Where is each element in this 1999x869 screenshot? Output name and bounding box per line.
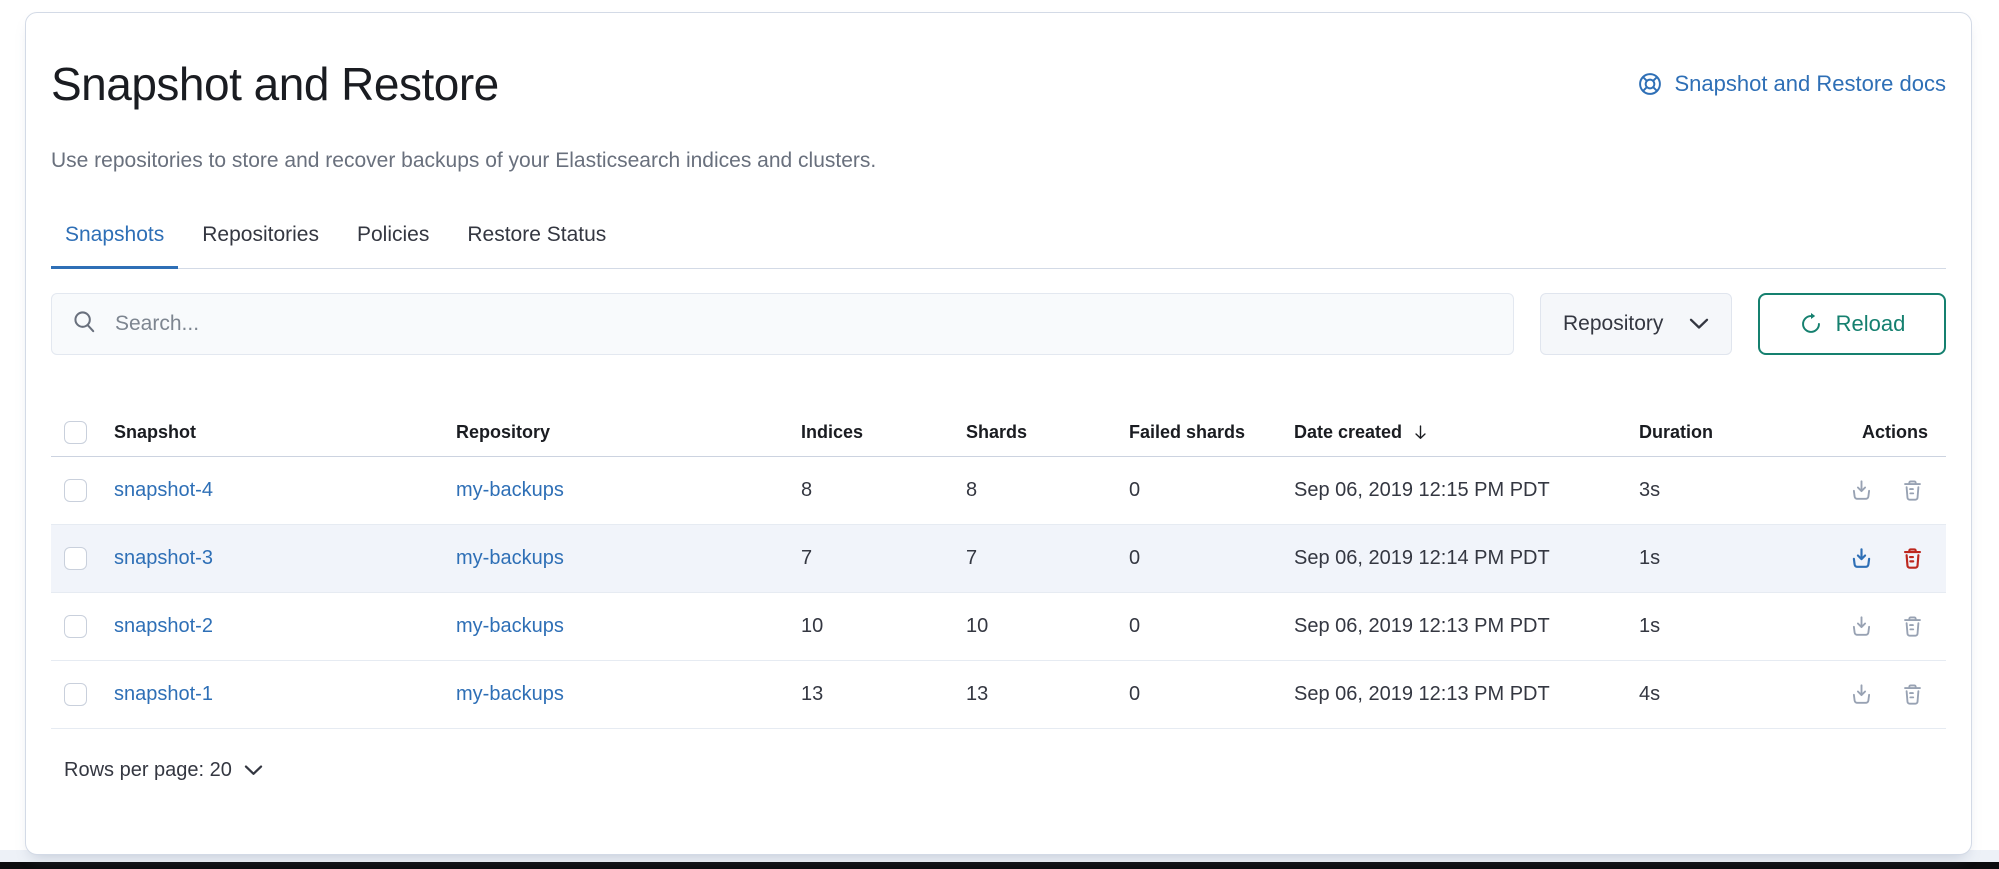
toolbar: Repository Reload (51, 293, 1946, 355)
repository-link[interactable]: my-backups (456, 615, 564, 637)
refresh-icon (1799, 312, 1823, 336)
restore-snapshot-icon[interactable] (1850, 683, 1873, 706)
screenshot-bottom-bar (0, 862, 1999, 869)
indices-value: 7 (801, 547, 966, 570)
row-checkbox[interactable] (64, 547, 87, 570)
failed-shards-value: 0 (1129, 683, 1294, 706)
indices-value: 13 (801, 683, 966, 706)
repository-link[interactable]: my-backups (456, 547, 564, 569)
restore-snapshot-icon[interactable] (1850, 615, 1873, 638)
date-created-value: Sep 06, 2019 12:15 PM PDT (1294, 479, 1639, 502)
column-header-indices[interactable]: Indices (801, 422, 966, 443)
shards-value: 8 (966, 479, 1129, 502)
repository-link[interactable]: my-backups (456, 479, 564, 501)
page-title: Snapshot and Restore (51, 57, 1638, 111)
snapshot-restore-panel: Snapshot and Restore Snapshot and Restor… (25, 12, 1972, 855)
search-box (51, 293, 1514, 355)
shards-value: 13 (966, 683, 1129, 706)
table-row: snapshot-2 my-backups 10 10 0 Sep 06, 20… (51, 593, 1946, 661)
duration-value: 1s (1639, 547, 1839, 570)
duration-value: 1s (1639, 615, 1839, 638)
repository-filter-label: Repository (1563, 312, 1663, 336)
trash-icon[interactable] (1901, 547, 1924, 570)
snapshots-table: Snapshot Repository Indices Shards Faile… (51, 409, 1946, 729)
snapshot-link[interactable]: snapshot-3 (114, 547, 213, 569)
table-row: snapshot-1 my-backups 13 13 0 Sep 06, 20… (51, 661, 1946, 729)
tab-bar: Snapshots Repositories Policies Restore … (51, 223, 1946, 269)
restore-snapshot-icon[interactable] (1850, 547, 1873, 570)
row-checkbox[interactable] (64, 615, 87, 638)
column-header-actions: Actions (1839, 422, 1946, 443)
page-header: Snapshot and Restore Snapshot and Restor… (51, 57, 1946, 111)
date-created-value: Sep 06, 2019 12:13 PM PDT (1294, 683, 1639, 706)
column-header-date-created[interactable]: Date created (1294, 422, 1639, 443)
restore-snapshot-icon[interactable] (1850, 479, 1873, 502)
trash-icon[interactable] (1901, 479, 1924, 502)
indices-value: 8 (801, 479, 966, 502)
column-header-snapshot[interactable]: Snapshot (114, 422, 456, 443)
tab-snapshots[interactable]: Snapshots (51, 223, 178, 268)
rows-per-page-button[interactable]: Rows per page: 20 (51, 759, 263, 782)
table-row: snapshot-3 my-backups 7 7 0 Sep 06, 2019… (51, 525, 1946, 593)
failed-shards-value: 0 (1129, 479, 1294, 502)
docs-link-label: Snapshot and Restore docs (1674, 71, 1946, 97)
row-checkbox[interactable] (64, 479, 87, 502)
search-input[interactable] (115, 312, 1493, 336)
indices-value: 10 (801, 615, 966, 638)
reload-button-label: Reload (1836, 311, 1906, 337)
chevron-down-icon (244, 765, 263, 776)
search-icon (72, 309, 97, 339)
snapshot-link[interactable]: snapshot-4 (114, 479, 213, 501)
snapshot-link[interactable]: snapshot-2 (114, 615, 213, 637)
duration-value: 3s (1639, 479, 1839, 502)
column-header-failed-shards[interactable]: Failed shards (1129, 422, 1294, 443)
date-created-label: Date created (1294, 422, 1402, 443)
table-row: snapshot-4 my-backups 8 8 0 Sep 06, 2019… (51, 457, 1946, 525)
tab-policies[interactable]: Policies (343, 223, 443, 268)
repository-filter-button[interactable]: Repository (1540, 293, 1732, 355)
column-header-shards[interactable]: Shards (966, 422, 1129, 443)
shards-value: 7 (966, 547, 1129, 570)
rows-per-page-label: Rows per page: 20 (64, 759, 232, 782)
trash-icon[interactable] (1901, 683, 1924, 706)
failed-shards-value: 0 (1129, 547, 1294, 570)
column-header-repository[interactable]: Repository (456, 422, 801, 443)
sort-arrow-down-icon (1412, 423, 1429, 442)
date-created-value: Sep 06, 2019 12:13 PM PDT (1294, 615, 1639, 638)
column-header-duration[interactable]: Duration (1639, 422, 1839, 443)
date-created-value: Sep 06, 2019 12:14 PM PDT (1294, 547, 1639, 570)
chevron-down-icon (1689, 312, 1709, 336)
row-checkbox[interactable] (64, 683, 87, 706)
page-subtitle: Use repositories to store and recover ba… (51, 149, 1946, 173)
snapshot-link[interactable]: snapshot-1 (114, 683, 213, 705)
shards-value: 10 (966, 615, 1129, 638)
trash-icon[interactable] (1901, 615, 1924, 638)
failed-shards-value: 0 (1129, 615, 1294, 638)
select-all-checkbox[interactable] (64, 421, 87, 444)
repository-link[interactable]: my-backups (456, 683, 564, 705)
reload-button[interactable]: Reload (1758, 293, 1946, 355)
docs-link[interactable]: Snapshot and Restore docs (1638, 71, 1946, 97)
tab-restore-status[interactable]: Restore Status (453, 223, 620, 268)
duration-value: 4s (1639, 683, 1839, 706)
tab-repositories[interactable]: Repositories (188, 223, 333, 268)
table-header-row: Snapshot Repository Indices Shards Faile… (51, 409, 1946, 457)
help-lifebuoy-icon (1638, 72, 1662, 96)
